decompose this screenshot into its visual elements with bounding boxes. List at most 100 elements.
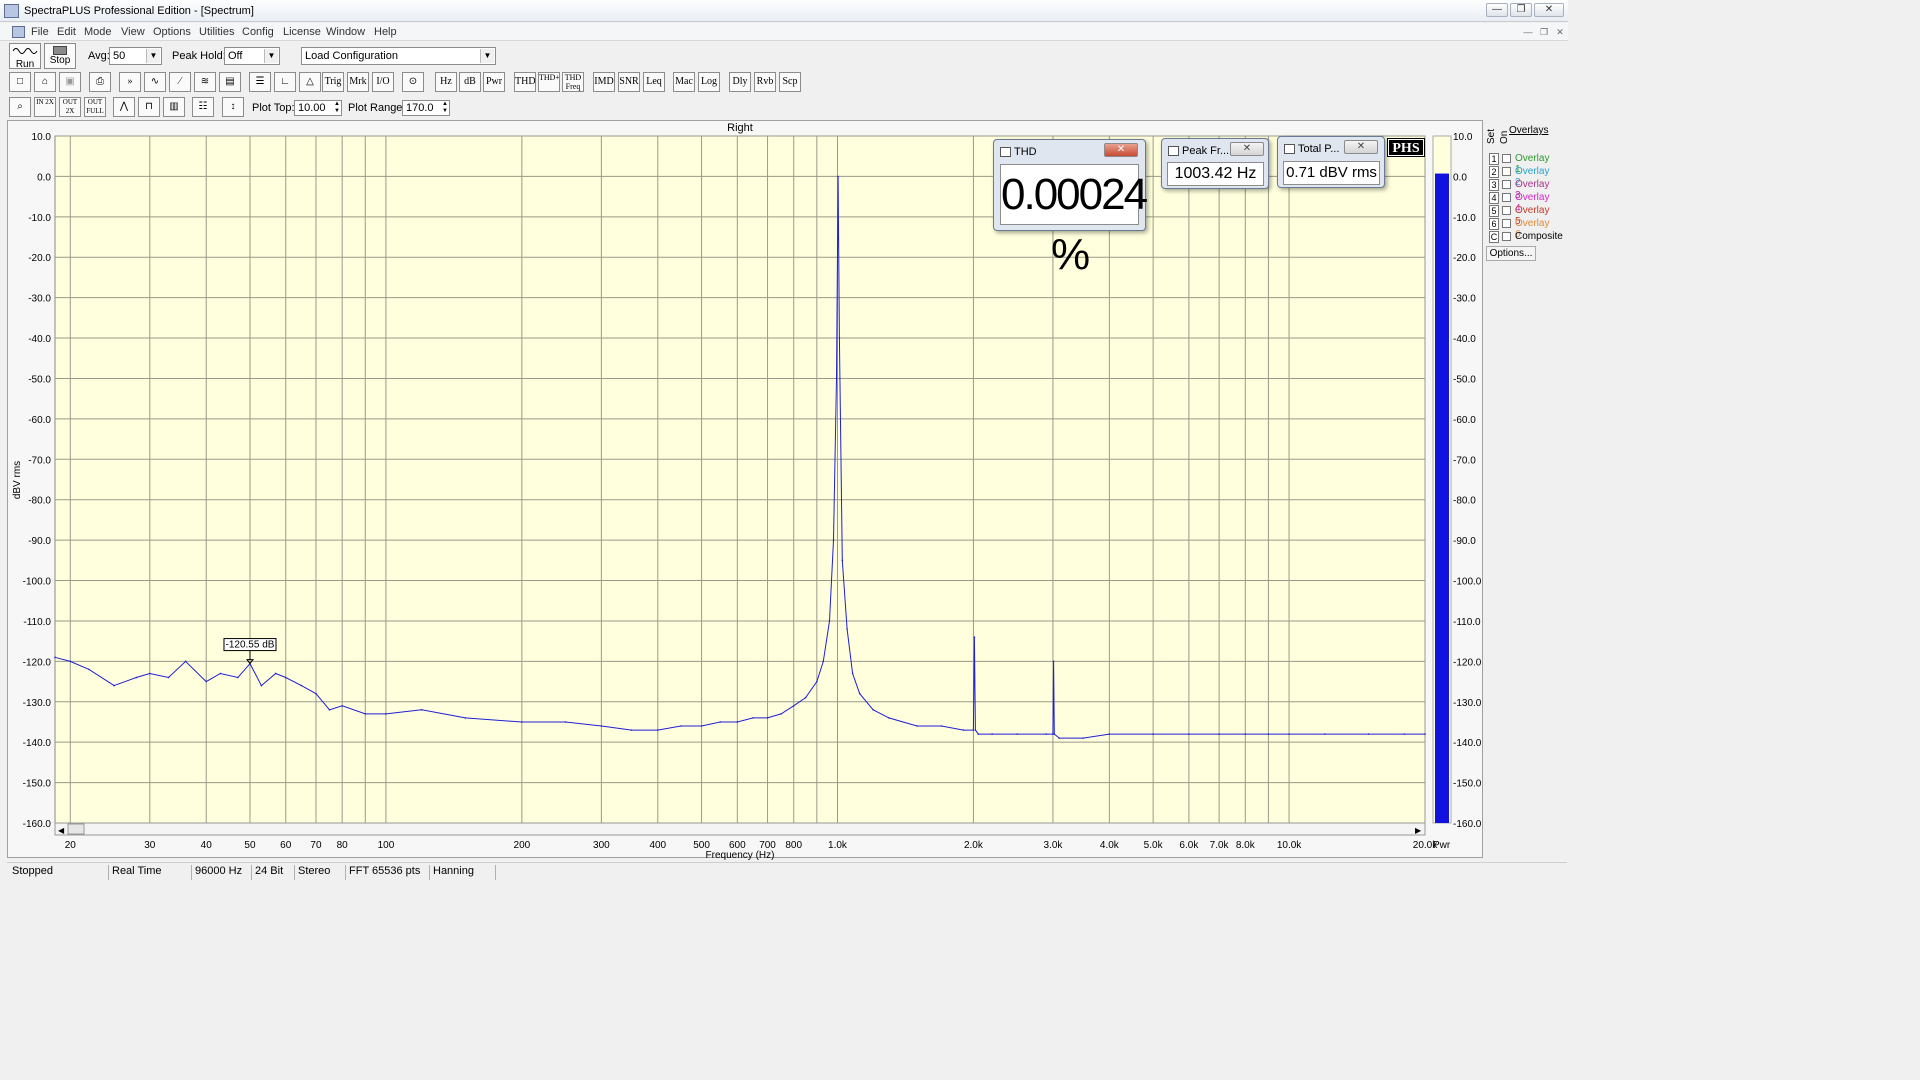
scrollbar-thumb[interactable]	[67, 823, 85, 835]
meter-icon	[1284, 144, 1295, 154]
overlays-options-button[interactable]: Options...	[1486, 246, 1536, 261]
overlay-checkbox[interactable]	[1502, 206, 1511, 215]
overlay-set-button[interactable]: 6	[1489, 218, 1499, 230]
peak-freq-meter-window[interactable]: Peak Fr... ✕ 1003.42 Hz	[1161, 138, 1269, 189]
spectrum-point	[1045, 733, 1048, 735]
y-tick-label: -50.0	[28, 374, 51, 385]
spectrum-point	[1108, 733, 1111, 735]
y-tick-label: 0.0	[37, 172, 51, 183]
spectrum-point	[69, 660, 72, 663]
overlays-on-label: On	[1499, 130, 1510, 144]
meter-tick-label: -40.0	[1453, 334, 1476, 345]
spectrum-point	[752, 717, 754, 719]
spectrum-point	[991, 733, 993, 735]
overlay-checkbox[interactable]	[1502, 154, 1511, 163]
spectrum-point	[1052, 660, 1055, 663]
spectrum-point	[973, 636, 976, 638]
power-meter-label: Pwr	[1433, 840, 1451, 851]
spectrum-point	[420, 709, 423, 711]
total-power-meter-window[interactable]: Total P... ✕ 0.71 dBV rms	[1277, 136, 1385, 188]
meter-tick-label: -10.0	[1453, 213, 1476, 224]
close-icon[interactable]: ✕	[1344, 140, 1378, 154]
y-axis-label: dBV rms	[12, 461, 23, 499]
x-tick-label: 1.0k	[828, 840, 848, 851]
horizontal-scrollbar[interactable]	[54, 822, 1426, 836]
spectrum-point	[300, 684, 303, 687]
spectrum-point	[149, 672, 151, 675]
x-tick-label: 400	[649, 840, 666, 851]
marker-label: -120.55 dB	[226, 640, 275, 651]
thd-meter-window[interactable]: THD ✕ 0.00024 %	[993, 139, 1148, 279]
y-tick-label: -20.0	[28, 253, 51, 264]
spectrum-point	[1403, 733, 1406, 735]
x-tick-label: 200	[514, 840, 531, 851]
meter-tick-label: -140.0	[1453, 738, 1482, 749]
spectrum-point	[792, 705, 795, 707]
spectrum-point	[962, 729, 965, 731]
overlay-checkbox[interactable]	[1502, 180, 1511, 189]
spectrum-point	[838, 337, 841, 339]
spectrum-point	[804, 696, 807, 699]
y-tick-label: -90.0	[28, 536, 51, 547]
spectrum-point	[719, 721, 722, 723]
status-state: Stopped	[9, 865, 109, 880]
spectrum-point	[167, 676, 170, 679]
status-channels: Stereo	[295, 865, 346, 880]
spectrum-point	[205, 680, 208, 683]
overlay-checkbox[interactable]	[1502, 219, 1511, 228]
spectrum-point	[600, 725, 603, 727]
y-tick-label: -150.0	[23, 779, 52, 790]
meter-tick-label: 0.0	[1453, 172, 1467, 183]
overlay-set-button[interactable]: C	[1489, 231, 1499, 243]
spectrum-point	[521, 721, 523, 723]
overlay-checkbox[interactable]	[1502, 193, 1511, 202]
close-icon[interactable]: ✕	[1230, 142, 1264, 156]
status-bar: Stopped Real Time 96000 Hz 24 Bit Stereo…	[7, 862, 1567, 880]
spectrum-point	[54, 656, 56, 659]
y-tick-label: -40.0	[28, 334, 51, 345]
overlay-checkbox[interactable]	[1502, 232, 1511, 241]
spectrum-chart[interactable]: Right 10.0 10.0 0.0 0.0 -10.0 -10.0 -20.0 -20.0 -…	[0, 0, 1568, 882]
total-power-meter-title: Total P...	[1298, 143, 1340, 155]
spectrum-point	[274, 672, 277, 675]
spectrum-point	[888, 717, 890, 719]
spectrum-point	[135, 676, 138, 679]
spectrum-point	[564, 721, 567, 723]
y-tick-label: -120.0	[23, 657, 52, 668]
spectrum-point	[680, 725, 682, 727]
thd-meter-title: THD	[1014, 146, 1037, 158]
overlay-set-button[interactable]: 3	[1489, 179, 1499, 191]
x-tick-label: 80	[337, 840, 349, 851]
overlay-set-button[interactable]: 1	[1489, 153, 1499, 165]
y-tick-label: -140.0	[23, 738, 52, 749]
spectrum-point	[1082, 737, 1084, 739]
overlay-set-button[interactable]: 5	[1489, 205, 1499, 217]
overlay-set-button[interactable]: 2	[1489, 166, 1499, 178]
x-tick-label: 4.0k	[1100, 840, 1120, 851]
y-tick-label: -80.0	[28, 496, 51, 507]
y-tick-label: -160.0	[23, 819, 52, 830]
meter-tick-label: -160.0	[1453, 819, 1482, 830]
overlay-label: Composite	[1515, 231, 1563, 242]
spectrum-point	[700, 725, 703, 727]
spectrum-point	[464, 717, 467, 719]
x-tick-label: 7.0k	[1210, 840, 1230, 851]
scroll-left-arrow-icon[interactable]: ◀	[58, 826, 65, 835]
spectrum-point	[1053, 733, 1056, 735]
spectrum-point	[972, 729, 975, 731]
overlay-checkbox[interactable]	[1502, 167, 1511, 176]
y-tick-label: -60.0	[28, 415, 51, 426]
x-tick-label: 800	[785, 840, 802, 851]
close-icon[interactable]: ✕	[1104, 143, 1138, 157]
x-tick-label: 40	[201, 840, 213, 851]
x-tick-label: 8.0k	[1236, 840, 1256, 851]
spectrum-point	[940, 725, 943, 727]
meter-tick-label: -90.0	[1453, 536, 1476, 547]
spectrum-point	[872, 709, 875, 711]
meter-icon	[1168, 146, 1179, 156]
spectrum-point	[1424, 733, 1426, 735]
overlay-set-button[interactable]: 4	[1489, 192, 1499, 204]
scroll-right-arrow-icon[interactable]: ▶	[1415, 826, 1422, 835]
spectrum-point	[916, 725, 918, 727]
overlays-title: Overlays	[1509, 125, 1549, 136]
